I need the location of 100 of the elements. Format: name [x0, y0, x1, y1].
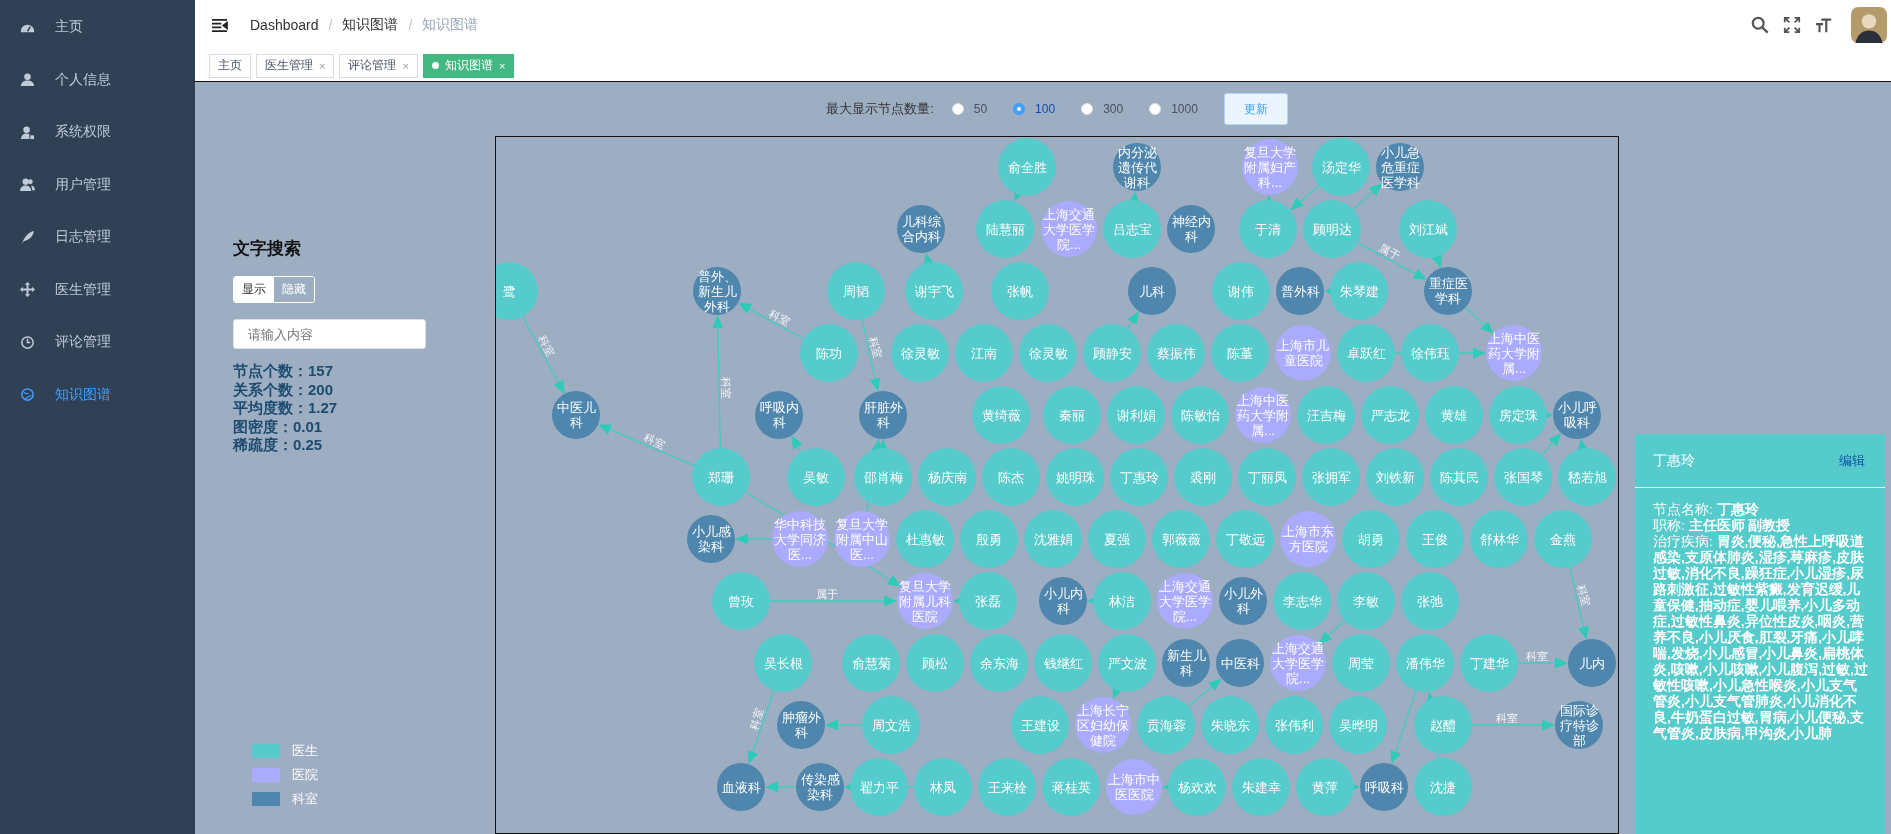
search-icon[interactable] — [1751, 16, 1769, 34]
doctor-node[interactable]: 汤定华 — [1312, 138, 1370, 196]
doctor-node[interactable]: 杜惠敏 — [896, 510, 954, 568]
doctor-node[interactable]: 谢伟 — [1212, 262, 1270, 320]
update-button[interactable]: 更新 — [1223, 93, 1288, 125]
department-node[interactable]: 新生儿科 — [1162, 639, 1210, 687]
department-node[interactable]: 呼吸内科 — [755, 391, 803, 439]
doctor-node[interactable]: 江南 — [955, 324, 1013, 382]
doctor-node[interactable]: 顾明达 — [1303, 200, 1361, 258]
doctor-node[interactable]: 于清 — [1239, 200, 1297, 258]
doctor-node[interactable]: 杨欢欢 — [1168, 758, 1226, 816]
radio-option[interactable]: 50 — [951, 102, 988, 116]
doctor-node[interactable]: 郭薇薇 — [1152, 510, 1210, 568]
menu-icon[interactable] — [211, 17, 228, 33]
hospital-node[interactable]: 上海交通大学医学院... — [1157, 573, 1213, 629]
doctor-node[interactable]: 陈其民 — [1430, 448, 1488, 506]
doctor-node[interactable]: 夏强 — [1088, 510, 1146, 568]
hospital-node[interactable]: 上海中医药大学附属... — [1235, 387, 1291, 443]
doctor-node[interactable]: 汪吉梅 — [1297, 386, 1355, 444]
doctor-node[interactable]: 嵇若旭 — [1558, 448, 1616, 506]
doctor-node[interactable]: 严志龙 — [1361, 386, 1419, 444]
department-node[interactable]: 内分泌遗传代谢科 — [1113, 143, 1161, 191]
hospital-node[interactable]: 复旦大学附属中山医... — [834, 511, 890, 567]
font-size-icon[interactable] — [1815, 16, 1833, 34]
department-node[interactable]: 国际诊疗特诊部 — [1555, 701, 1603, 749]
doctor-node[interactable]: 郑珊 — [692, 448, 750, 506]
doctor-node[interactable]: 房定珠 — [1489, 386, 1547, 444]
department-node[interactable]: 普外、新生儿外科 — [693, 267, 741, 315]
doctor-node[interactable]: 翟力平 — [850, 758, 908, 816]
doctor-node[interactable]: 徐灵敏 — [1019, 324, 1077, 382]
doctor-node[interactable]: 朱琴建 — [1330, 262, 1388, 320]
doctor-node[interactable]: 顾松 — [906, 634, 964, 692]
doctor-node[interactable]: 丁敬远 — [1216, 510, 1274, 568]
doctor-node[interactable]: 周韬 — [827, 262, 885, 320]
department-node[interactable]: 中医科 — [1216, 639, 1264, 687]
doctor-node[interactable]: 丁丽凤 — [1238, 448, 1296, 506]
toggle-button[interactable]: 显示 — [234, 277, 274, 302]
doctor-node[interactable]: 吴长根 — [754, 634, 812, 692]
doctor-node[interactable]: 俞慧菊 — [842, 634, 900, 692]
doctor-node[interactable]: 林洁 — [1093, 572, 1151, 630]
department-node[interactable]: 儿科 — [1128, 267, 1176, 315]
radio-option[interactable]: 300 — [1081, 102, 1124, 116]
hospital-node[interactable]: 上海市东方医院 — [1280, 511, 1336, 567]
doctor-node[interactable]: 钱继红 — [1034, 634, 1092, 692]
doctor-node[interactable]: 王来栓 — [978, 758, 1036, 816]
doctor-node[interactable]: 邵肖梅 — [854, 448, 912, 506]
department-node[interactable]: 重症医学科 — [1424, 267, 1472, 315]
doctor-node[interactable]: 李敏 — [1337, 572, 1395, 630]
radio-option[interactable]: 100 — [1013, 102, 1056, 116]
department-node[interactable]: 小儿外科 — [1219, 577, 1267, 625]
sidebar-item[interactable]: 用户管理 — [0, 158, 195, 211]
doctor-node[interactable]: 秦丽 — [1043, 386, 1101, 444]
sidebar-item[interactable]: 系统权限 — [0, 106, 195, 159]
doctor-node[interactable]: 裘刚 — [1174, 448, 1232, 506]
department-node[interactable]: 小儿呼吸科 — [1553, 391, 1601, 439]
tab[interactable]: 知识图谱 × — [422, 53, 515, 78]
doctor-node[interactable]: 陈功 — [800, 324, 858, 382]
department-node[interactable]: 血液科 — [717, 763, 765, 811]
doctor-node[interactable]: 潘伟华 — [1396, 634, 1454, 692]
doctor-node[interactable]: 张弛 — [1401, 572, 1459, 630]
search-field[interactable]: 请输入内容 — [233, 319, 426, 349]
doctor-node[interactable]: 陈杰 — [982, 448, 1040, 506]
tab[interactable]: 主页 — [209, 53, 251, 78]
doctor-node[interactable]: 姚明珠 — [1046, 448, 1104, 506]
doctor-node[interactable]: 王建设 — [1011, 696, 1069, 754]
breadcrumb-item[interactable]: Dashboard — [250, 17, 319, 33]
doctor-node[interactable]: 黄萍 — [1296, 758, 1354, 816]
department-node[interactable]: 小儿内科 — [1039, 577, 1087, 625]
department-node[interactable]: 儿内 — [1568, 639, 1616, 687]
doctor-node[interactable]: 吴晔明 — [1329, 696, 1387, 754]
doctor-node[interactable]: 严文波 — [1098, 634, 1156, 692]
sidebar-item[interactable]: 医生管理 — [0, 263, 195, 316]
doctor-node[interactable]: 张拥军 — [1302, 448, 1360, 506]
doctor-node[interactable]: 舒林华 — [1470, 510, 1528, 568]
doctor-node[interactable]: 丁惠玲 — [1110, 448, 1168, 506]
hospital-node[interactable]: 上海市中医医院 — [1106, 759, 1162, 815]
doctor-node[interactable]: 陈堇 — [1211, 324, 1269, 382]
doctor-node[interactable]: 赵醴 — [1414, 696, 1472, 754]
department-node[interactable]: 肝脏外科 — [859, 391, 907, 439]
doctor-node[interactable]: 丁建华 — [1460, 634, 1518, 692]
tab[interactable]: 评论管理 × — [339, 53, 418, 78]
breadcrumb-item[interactable]: 知识图谱 — [342, 16, 399, 34]
doctor-node[interactable]: 李志华 — [1273, 572, 1331, 630]
sidebar-item[interactable]: 主页 — [0, 1, 195, 54]
doctor-node[interactable]: 殷勇 — [960, 510, 1018, 568]
department-node[interactable]: 传染感染科 — [796, 763, 844, 811]
doctor-node[interactable]: 卓跃红 — [1337, 324, 1395, 382]
department-node[interactable]: 普外科 — [1276, 267, 1324, 315]
doctor-node[interactable]: 朱晓东 — [1201, 696, 1259, 754]
sidebar-item[interactable]: 日志管理 — [0, 211, 195, 264]
department-node[interactable]: 儿科综合内科 — [897, 205, 945, 253]
sidebar-item[interactable]: 个人信息 — [0, 53, 195, 106]
doctor-node[interactable]: 余东海 — [970, 634, 1028, 692]
doctor-node[interactable]: 张帆 — [991, 262, 1049, 320]
doctor-node[interactable]: 吴敏 — [787, 448, 845, 506]
tab[interactable]: 医生管理 × — [256, 53, 335, 78]
doctor-node[interactable]: 王俊 — [1406, 510, 1464, 568]
doctor-node[interactable]: 徐灵敏 — [891, 324, 949, 382]
hospital-node[interactable]: 上海交通大学医学院... — [1270, 635, 1326, 691]
doctor-node[interactable]: 胡勇 — [1342, 510, 1400, 568]
